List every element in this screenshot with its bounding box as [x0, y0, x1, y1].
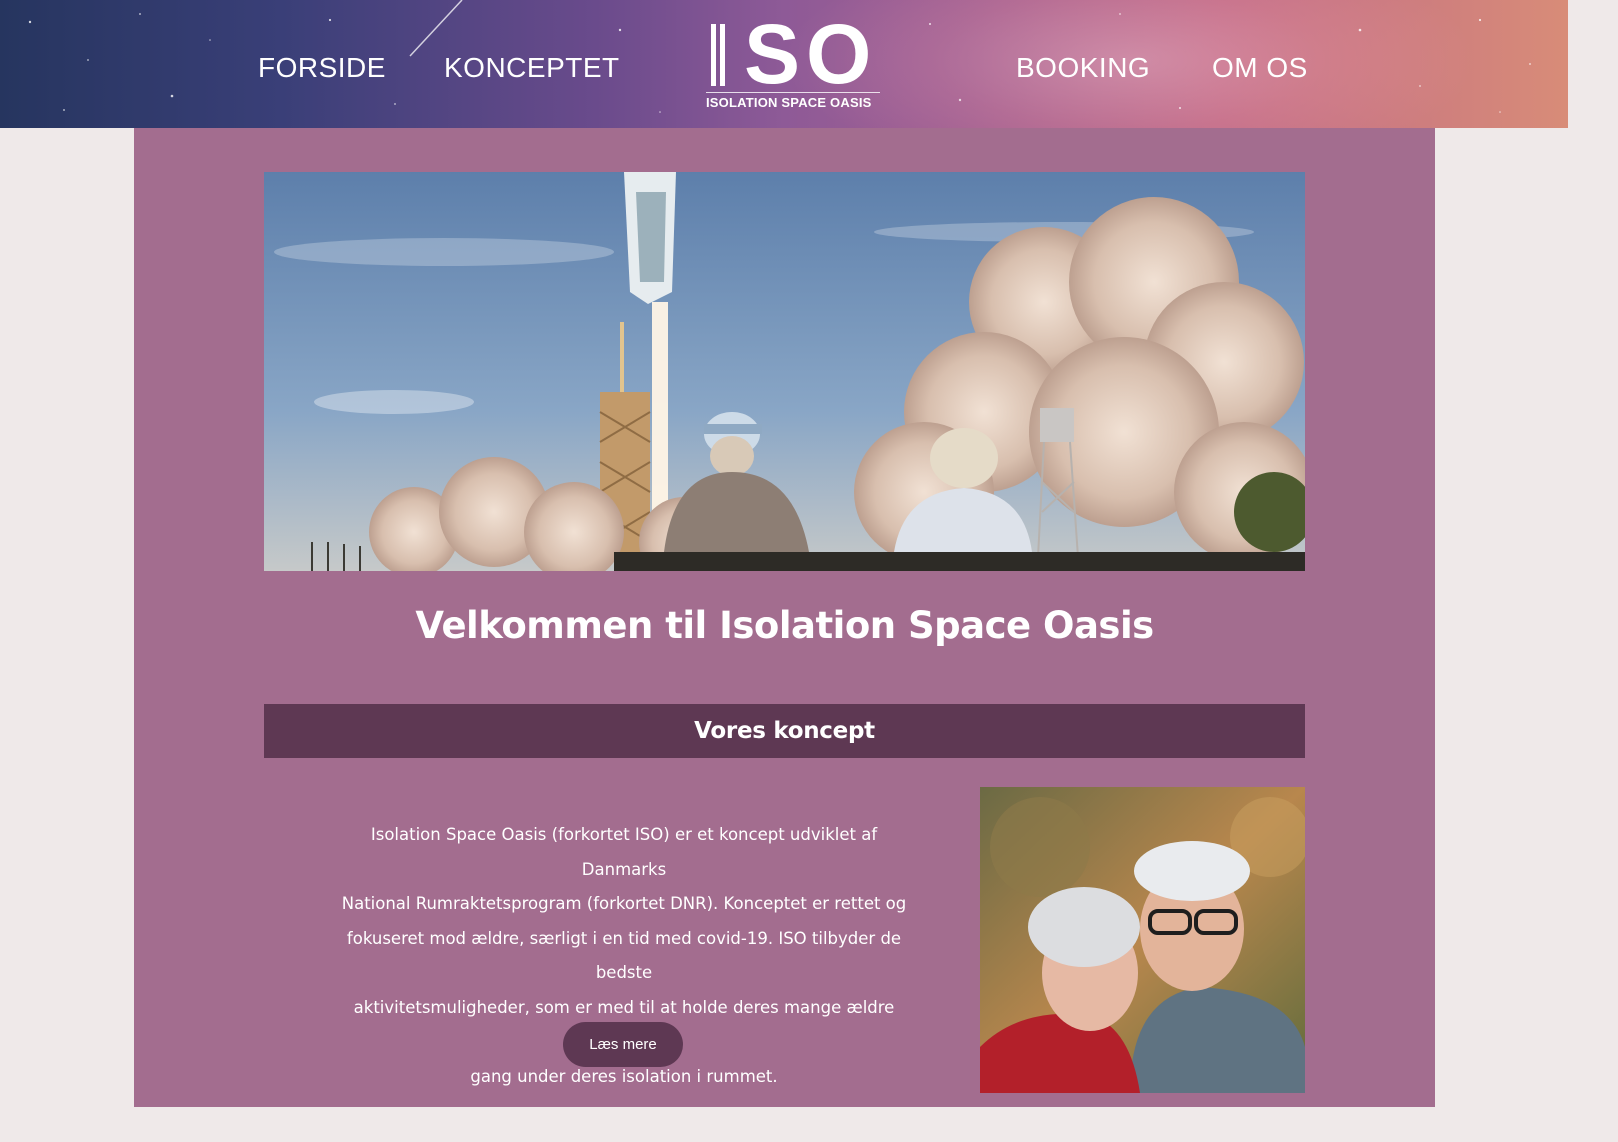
nav-om-os-link[interactable]: OM OS [1212, 52, 1308, 84]
rocket-launch-photo-icon [264, 172, 1305, 571]
nav-booking-link[interactable]: BOOKING [1016, 52, 1150, 84]
iso-logo[interactable]: SO ISOLATION SPACE OASIS [704, 8, 884, 116]
welcome-heading: Velkommen til Isolation Space Oasis [415, 604, 1154, 647]
logo-divider [706, 92, 880, 93]
logo-subtitle: ISOLATION SPACE OASIS [706, 95, 872, 110]
nav-forside-link[interactable]: FORSIDE [258, 52, 386, 84]
hero-image [264, 172, 1305, 571]
concept-line: gang under deres isolation i rummet. [470, 1066, 778, 1086]
elderly-couple-image [980, 787, 1305, 1093]
main-content-panel: Velkommen til Isolation Space Oasis Vore… [134, 128, 1435, 1107]
concept-section-banner: Vores koncept [264, 704, 1305, 758]
concept-line: fokuseret mod ældre, særligt i en tid me… [346, 928, 902, 983]
concept-heading: Vores koncept [694, 718, 875, 744]
read-more-button[interactable]: Læs mere [563, 1022, 683, 1067]
logo-i-bars-icon [711, 24, 727, 86]
elderly-couple-photo-icon [980, 787, 1305, 1093]
concept-line: National Rumraktetsprogram (forkortet DN… [341, 894, 907, 913]
site-header: FORSIDE KONCEPTET SO ISOLATION SPACE OAS… [0, 0, 1568, 128]
nav-konceptet-link[interactable]: KONCEPTET [444, 52, 620, 84]
logo-mark-text: SO [744, 7, 878, 101]
concept-line: Isolation Space Oasis (forkortet ISO) er… [370, 825, 878, 879]
